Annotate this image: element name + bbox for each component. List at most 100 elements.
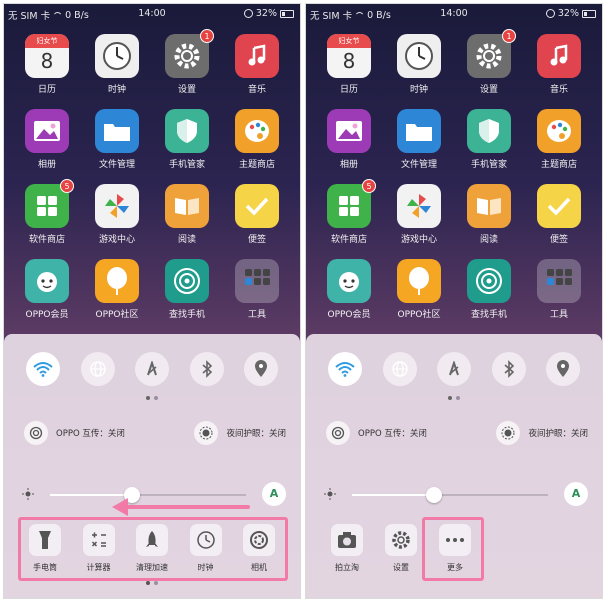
toggle-bluetooth[interactable] — [491, 352, 526, 386]
shield-icon — [467, 109, 511, 153]
app-find-phone[interactable]: 查找手机 — [152, 259, 222, 320]
quick-toggles — [328, 352, 580, 386]
share-icon — [326, 421, 350, 445]
app-clock[interactable]: 时钟 — [384, 34, 454, 95]
status-bar: 无 SIM 卡 0 B/s 14:00 32% — [4, 4, 300, 22]
app-phone-guard[interactable]: 手机管家 — [152, 109, 222, 170]
app-gallery[interactable]: 相册 — [12, 109, 82, 170]
calendar-icon: 妇女节 8 — [327, 34, 371, 78]
folder-icon — [95, 109, 139, 153]
toggle-location[interactable] — [244, 352, 278, 386]
location-pin-icon — [255, 360, 267, 377]
brightness-control: A — [324, 482, 588, 508]
app-oppo-member[interactable]: OPPO会员 — [314, 259, 384, 320]
toggle-network[interactable] — [80, 352, 115, 386]
shield-icon — [165, 109, 209, 153]
toggle-network[interactable] — [382, 352, 417, 386]
folder-grid-icon — [537, 259, 581, 303]
toggle-data[interactable] — [437, 352, 471, 386]
toggle-location[interactable] — [546, 352, 580, 386]
clock-icon — [95, 34, 139, 78]
app-reading[interactable]: 阅读 — [454, 184, 524, 245]
brightness-slider[interactable] — [50, 487, 246, 503]
toggle-wifi[interactable] — [26, 352, 60, 386]
brightness-thumb[interactable] — [426, 487, 443, 503]
gallery-icon — [25, 109, 69, 153]
book-icon — [165, 184, 209, 228]
app-store-icon: 5 — [25, 179, 74, 228]
eye-care-shortcut[interactable]: 夜间护眼：关闭 — [194, 421, 286, 445]
app-calendar[interactable]: 妇女节 8 日历 — [314, 34, 384, 95]
notification-badge: 5 — [362, 179, 376, 193]
app-files[interactable]: 文件管理 — [82, 109, 152, 170]
app-find-phone[interactable]: 查找手机 — [454, 259, 524, 320]
palette-icon — [537, 109, 581, 153]
quick-toggles — [26, 352, 278, 386]
globe-icon — [89, 361, 106, 377]
oppo-share-shortcut[interactable]: OPPO 互传：关闭 — [24, 421, 125, 445]
bluetooth-icon — [503, 360, 514, 378]
app-notes[interactable]: 便签 — [524, 184, 594, 245]
sun-icon — [22, 488, 34, 500]
signal-icon — [147, 361, 157, 376]
app-phone-guard[interactable]: 手机管家 — [454, 109, 524, 170]
app-theme-store[interactable]: 主题商店 — [524, 109, 594, 170]
tool-settings[interactable]: 设置 — [376, 524, 426, 573]
app-files[interactable]: 文件管理 — [384, 109, 454, 170]
notification-badge: 1 — [200, 29, 214, 43]
battery-icon — [582, 9, 596, 18]
app-oppo-community[interactable]: OPPO社区 — [384, 259, 454, 320]
brightness-slider[interactable] — [352, 487, 548, 503]
auto-brightness-button[interactable]: A — [262, 482, 286, 506]
oppo-share-shortcut[interactable]: OPPO 互传：关闭 — [326, 421, 427, 445]
app-notes[interactable]: 便签 — [222, 184, 292, 245]
eye-care-icon — [194, 421, 219, 445]
app-settings[interactable]: 1 设置 — [454, 29, 524, 95]
app-reading[interactable]: 阅读 — [152, 184, 222, 245]
app-game-center[interactable]: 游戏中心 — [82, 184, 152, 245]
battery-percent: 32% — [255, 8, 277, 19]
tool-pailitao[interactable]: 拍立淘 — [322, 524, 372, 573]
app-tools-folder[interactable]: 工具 — [222, 259, 292, 320]
app-grid: 妇女节 8 日历 时钟 1 设置 音乐 相册 文件管理 手机管家 主题商店 5 … — [12, 29, 292, 320]
control-center-panel: OPPO 互传：关闭 夜间护眼：关闭 A 手电筒 计算器 清理加速 时钟 相机 — [4, 334, 300, 598]
battery-icon — [280, 9, 294, 18]
alarm-icon — [243, 9, 253, 18]
location-pin-icon — [557, 360, 569, 377]
app-settings[interactable]: 1 设置 — [152, 29, 222, 95]
toggle-wifi[interactable] — [328, 352, 362, 386]
app-gallery[interactable]: 相册 — [314, 109, 384, 170]
app-software-store[interactable]: 5 软件商店 — [12, 179, 82, 245]
app-software-store[interactable]: 5 软件商店 — [314, 179, 384, 245]
toggle-bluetooth[interactable] — [189, 352, 224, 386]
radar-icon — [467, 259, 511, 303]
highlight-box — [422, 517, 484, 581]
mascot-icon — [25, 259, 69, 303]
page-indicator — [306, 396, 602, 400]
eye-care-shortcut[interactable]: 夜间护眼：关闭 — [496, 421, 588, 445]
app-oppo-community[interactable]: OPPO社区 — [82, 259, 152, 320]
wifi-icon — [33, 362, 53, 377]
bluetooth-icon — [201, 360, 212, 378]
app-oppo-member[interactable]: OPPO会员 — [12, 259, 82, 320]
folder-grid-icon — [235, 259, 279, 303]
app-music[interactable]: 音乐 — [222, 34, 292, 95]
app-game-center[interactable]: 游戏中心 — [384, 184, 454, 245]
highlight-box — [18, 517, 288, 581]
wifi-icon — [335, 362, 355, 377]
toggle-data[interactable] — [135, 352, 169, 386]
balloon-icon — [397, 259, 441, 303]
app-music[interactable]: 音乐 — [524, 34, 594, 95]
folder-icon — [397, 109, 441, 153]
app-tools-folder[interactable]: 工具 — [524, 259, 594, 320]
globe-icon — [391, 361, 408, 377]
notification-badge: 1 — [502, 29, 516, 43]
camera-icon — [331, 524, 363, 556]
app-clock[interactable]: 时钟 — [82, 34, 152, 95]
mascot-icon — [327, 259, 371, 303]
app-calendar[interactable]: 妇女节 8 日历 — [12, 34, 82, 95]
auto-brightness-button[interactable]: A — [564, 482, 588, 506]
gear-icon — [385, 524, 417, 556]
control-center-panel: OPPO 互传：关闭 夜间护眼：关闭 A 拍立淘 设置 更多 — [306, 334, 602, 598]
app-theme-store[interactable]: 主题商店 — [222, 109, 292, 170]
